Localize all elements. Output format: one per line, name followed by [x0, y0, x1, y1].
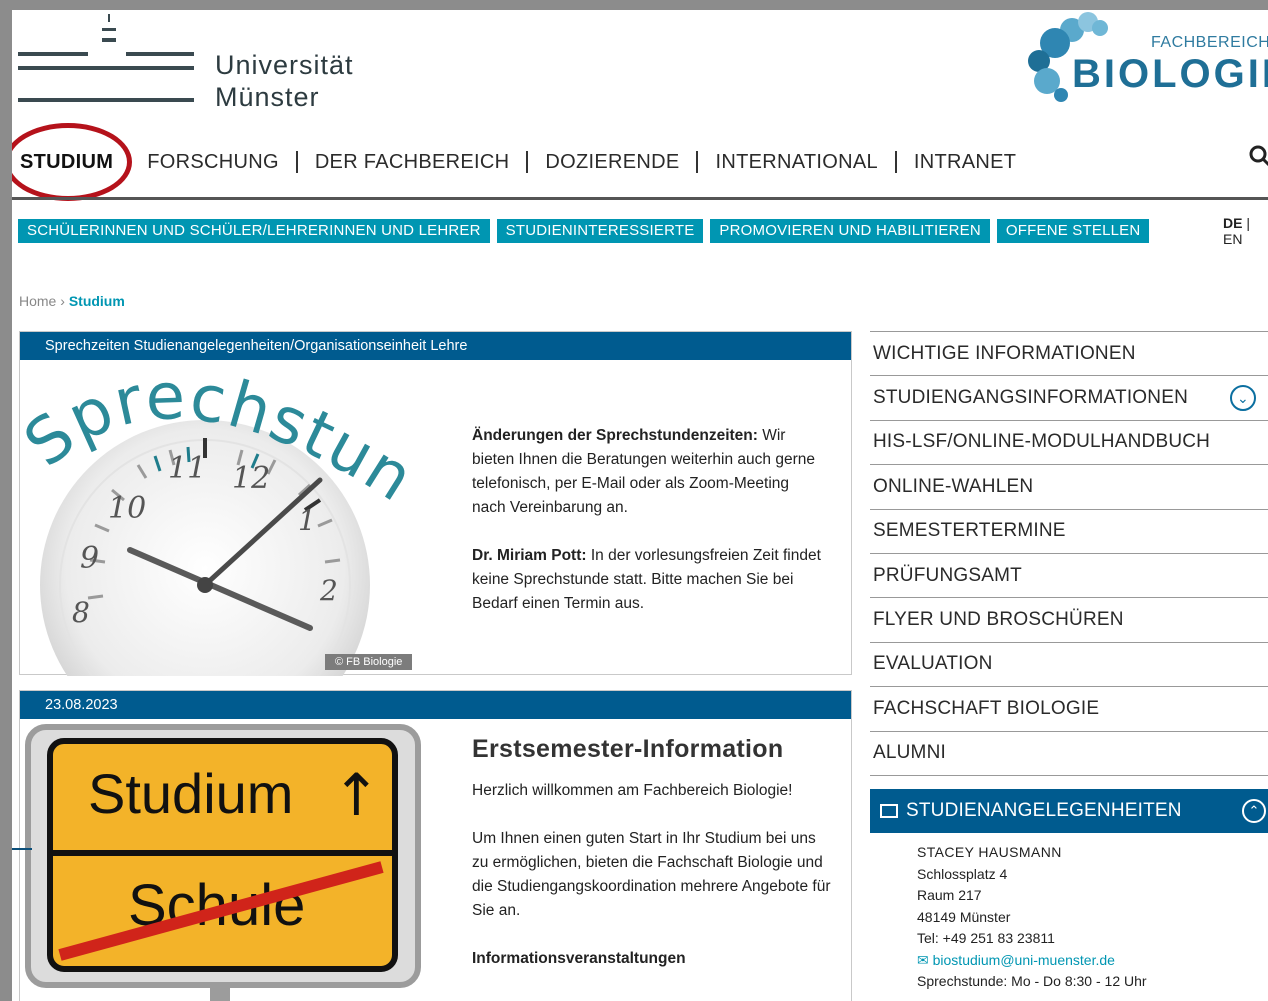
nav-forschung[interactable]: FORSCHUNG — [130, 151, 298, 173]
p1-bold: Änderungen der Sprechstundenzeiten: — [472, 427, 758, 444]
sidebar-item-wichtige-informationen[interactable]: WICHTIGE INFORMATIONEN — [870, 332, 1268, 377]
university-name-line1: Universität — [215, 50, 354, 80]
sprechstunde-clock-image: 11 12 10 1 9 2 8 Sprechstunde © FB Biolo… — [20, 360, 430, 676]
contact-room: Raum 217 — [917, 887, 982, 903]
clock-number-12: 12 — [232, 461, 270, 496]
lang-de[interactable]: DE — [1223, 215, 1242, 231]
sign-arrow: ↑ — [332, 761, 381, 829]
biology-logo[interactable]: FACHBEREICH BIOLOGIE — [1020, 10, 1268, 110]
envelope-icon — [880, 804, 898, 818]
clock-number-11: 11 — [168, 451, 206, 486]
article-welcome: Herzlich willkommen am Fachbereich Biolo… — [472, 782, 793, 799]
breadcrumb-home[interactable]: Home — [19, 293, 56, 309]
sidebar-item-alumni[interactable]: ALUMNI — [870, 732, 1268, 776]
sidebar-item-label: ONLINE-WAHLEN — [873, 475, 1034, 497]
article-subheading: Informationsveranstaltungen — [472, 950, 686, 967]
window-frame-top — [0, 0, 1268, 10]
breadcrumb-current: Studium — [68, 293, 125, 309]
sidebar-item-label: FACHSCHAFT BIOLOGIE — [873, 697, 1100, 719]
university-name-line2: Münster — [215, 82, 320, 112]
university-logo[interactable]: Universität Münster — [18, 14, 378, 114]
clock-number-9: 9 — [80, 541, 99, 576]
highlight-circle — [12, 123, 132, 201]
sidebar-menu: WICHTIGE INFORMATIONEN STUDIENGANGSINFOR… — [870, 331, 1268, 776]
image-copyright: © FB Biologie — [325, 654, 413, 670]
search-icon[interactable] — [1248, 144, 1268, 168]
sign-top-text: Studium — [88, 762, 293, 825]
sidebar-item-label: HIS-LSF/ONLINE-MODULHANDBUCH — [873, 431, 1211, 453]
contact-details: STACEY HAUSMANN Schlossplatz 4 Raum 217 … — [917, 842, 1147, 993]
clock-number-8: 8 — [72, 596, 90, 629]
town-sign-image[interactable]: Studium ↑ Schule — [20, 719, 430, 1001]
sidebar-item-label: SEMESTERTERMINE — [873, 520, 1066, 542]
sidebar-item-his-lsf[interactable]: HIS-LSF/ONLINE-MODULHANDBUCH — [870, 421, 1268, 466]
edge-accent-line — [12, 848, 32, 850]
window-frame-left — [0, 0, 12, 1001]
chevron-up-icon[interactable]: ⌃ — [1242, 799, 1266, 823]
sidebar-item-studiengangsinformationen[interactable]: STUDIENGANGSINFORMATIONEN ⌄ — [870, 376, 1268, 421]
breadcrumb: Home › Studium — [19, 293, 125, 309]
consultation-hours-box: Sprechzeiten Studienangelegenheiten/Orga… — [19, 331, 852, 676]
sidebar-item-evaluation[interactable]: EVALUATION — [870, 643, 1268, 688]
first-semester-text: Erstsemester-Information Herzlich willko… — [472, 737, 832, 995]
faculty-name: BIOLOGIE — [1072, 52, 1268, 96]
mail-icon: ✉ — [917, 951, 929, 968]
subnav-promovieren[interactable]: PROMOVIEREN UND HABILITIEREN — [710, 219, 990, 243]
breadcrumb-separator: › — [60, 293, 65, 309]
sidebar-item-label: ALUMNI — [873, 742, 946, 764]
audience-navigation: SCHÜLERINNEN UND SCHÜLER/LEHRERINNEN UND… — [18, 219, 1150, 243]
sidebar-item-label: WICHTIGE INFORMATIONEN — [873, 342, 1136, 364]
contact-name: STACEY HAUSMANN — [917, 844, 1062, 860]
article-intro: Um Ihnen einen guten Start in Ihr Studiu… — [472, 830, 831, 919]
contact-phone: Tel: +49 251 83 23811 — [917, 930, 1055, 946]
consultation-text: Änderungen der Sprechstundenzeiten: Wir … — [472, 424, 822, 640]
nav-dozierende[interactable]: DOZIERENDE — [528, 151, 699, 173]
contact-street: Schlossplatz 4 — [917, 865, 1008, 882]
news-date-header: 23.08.2023 — [20, 691, 851, 719]
lang-en[interactable]: EN — [1223, 231, 1242, 247]
contact-hours: Sprechstunde: Mo - Do 8:30 - 12 Uhr — [917, 973, 1147, 989]
nav-intranet[interactable]: INTRANET — [897, 151, 1033, 173]
contact-title: STUDIENANGELEGENHEITEN — [906, 800, 1182, 821]
nav-fachbereich[interactable]: DER FACHBEREICH — [298, 151, 529, 173]
subnav-offene-stellen[interactable]: OFFENE STELLEN — [996, 219, 1150, 243]
sidebar-item-fachschaft[interactable]: FACHSCHAFT BIOLOGIE — [870, 687, 1268, 732]
main-navigation: STUDIUM FORSCHUNG DER FACHBEREICH DOZIER… — [12, 146, 1033, 178]
contact-box-header[interactable]: STUDIENANGELEGENHEITEN ⌃ — [870, 789, 1268, 833]
sidebar-item-label: FLYER UND BROSCHÜREN — [873, 609, 1124, 631]
contact-email-link[interactable]: ✉ biostudium@uni-muenster.de — [917, 950, 1147, 972]
faculty-label: FACHBEREICH — [1151, 34, 1268, 51]
consultation-box-header: Sprechzeiten Studienangelegenheiten/Orga… — [20, 332, 851, 360]
sidebar-item-semestertermine[interactable]: SEMESTERTERMINE — [870, 510, 1268, 554]
sidebar-item-label: STUDIENGANGSINFORMATIONEN — [873, 387, 1188, 409]
contact-city: 48149 Münster — [917, 908, 1011, 925]
clock-number-1: 1 — [298, 504, 316, 537]
nav-international[interactable]: INTERNATIONAL — [698, 151, 897, 173]
clock-number-10: 10 — [108, 491, 146, 526]
sidebar-item-label: PRÜFUNGSAMT — [873, 564, 1022, 586]
p2-bold: Dr. Miriam Pott: — [472, 547, 587, 564]
nav-divider — [12, 197, 1268, 200]
sidebar-item-pruefungsamt[interactable]: PRÜFUNGSAMT — [870, 554, 1268, 599]
subnav-studieninteressierte[interactable]: STUDIENINTERESSIERTE — [496, 219, 704, 243]
contact-email: biostudium@uni-muenster.de — [932, 951, 1115, 968]
chevron-down-icon[interactable]: ⌄ — [1230, 385, 1256, 412]
clock-number-2: 2 — [319, 574, 338, 607]
language-switcher: DE | EN — [1223, 215, 1250, 247]
first-semester-box: 23.08.2023 Studium ↑ Schule Erstsemester… — [19, 690, 852, 1001]
article-title[interactable]: Erstsemester-Information — [472, 737, 832, 762]
sidebar-item-flyer[interactable]: FLYER UND BROSCHÜREN — [870, 598, 1268, 643]
sidebar-item-label: EVALUATION — [873, 653, 993, 675]
subnav-schueler[interactable]: SCHÜLERINNEN UND SCHÜLER/LEHRERINNEN UND… — [18, 219, 490, 243]
page: Universität Münster FACHBEREICH BIOLOGIE… — [12, 10, 1268, 1001]
sidebar-item-online-wahlen[interactable]: ONLINE-WAHLEN — [870, 465, 1268, 510]
